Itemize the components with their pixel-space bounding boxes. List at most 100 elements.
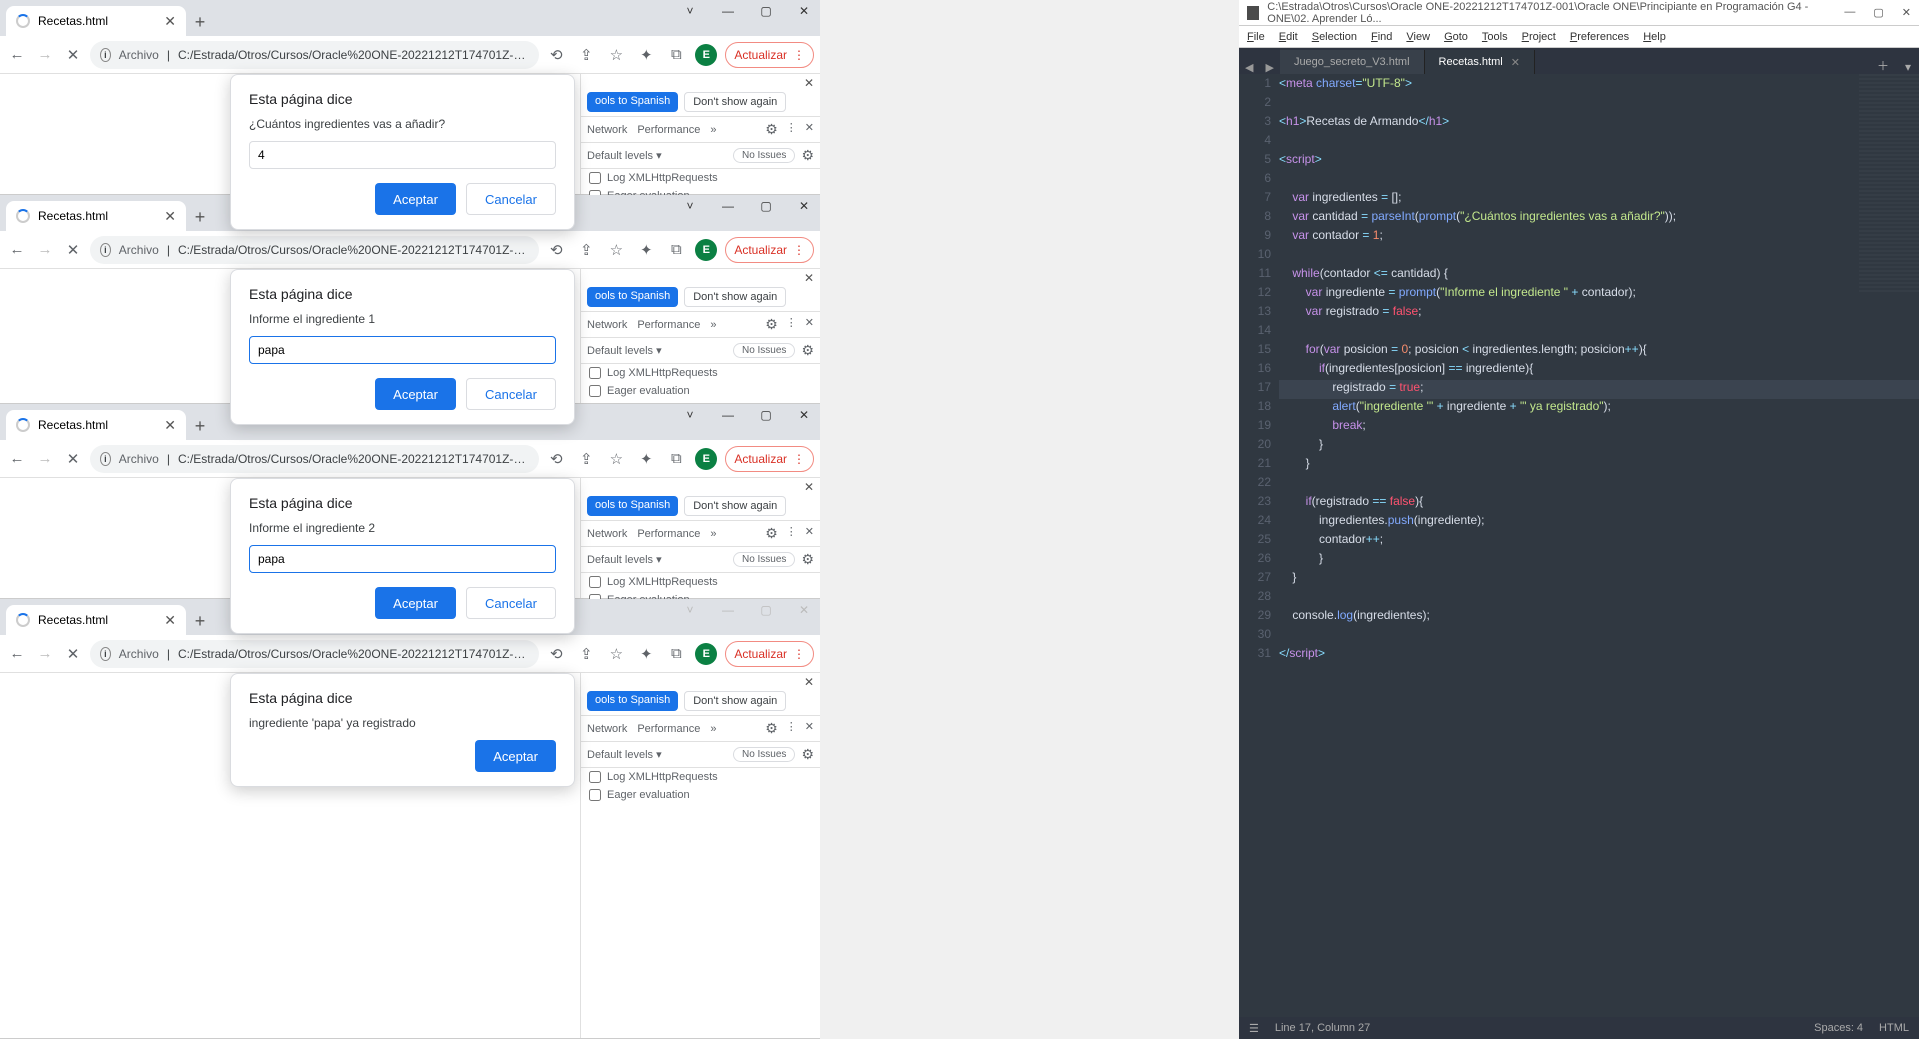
- devtools-tab-network[interactable]: Network: [587, 124, 627, 136]
- forward-icon[interactable]: →: [34, 645, 56, 662]
- stop-icon[interactable]: ✕: [62, 46, 84, 64]
- maximize-icon[interactable]: ▢: [754, 199, 778, 213]
- star-icon[interactable]: ☆: [605, 645, 627, 663]
- sublime-titlebar[interactable]: C:\Estrada\Otros\Cursos\Oracle ONE-20221…: [1239, 0, 1919, 26]
- close-banner-icon[interactable]: ✕: [804, 76, 814, 90]
- tabs-menu-icon[interactable]: ▾: [1897, 60, 1919, 74]
- gear-icon[interactable]: ⚙: [801, 746, 814, 763]
- cube-icon[interactable]: ⧉: [665, 645, 687, 662]
- stop-icon[interactable]: ✕: [62, 645, 84, 663]
- menu-item[interactable]: Selection: [1312, 31, 1357, 43]
- stop-icon[interactable]: ✕: [62, 450, 84, 468]
- minimize-icon[interactable]: —: [1844, 6, 1855, 19]
- menu-item[interactable]: Tools: [1482, 31, 1508, 43]
- issues-badge[interactable]: No Issues: [733, 552, 795, 567]
- dismiss-pill[interactable]: Don't show again: [684, 287, 786, 307]
- maximize-icon[interactable]: ▢: [1873, 6, 1883, 19]
- cube-icon[interactable]: ⧉: [665, 241, 687, 258]
- gear-icon[interactable]: ⚙: [801, 342, 814, 359]
- translate-pill[interactable]: ools to Spanish: [587, 287, 678, 307]
- chevron-down-icon[interactable]: ˅: [678, 4, 702, 18]
- cancel-button[interactable]: Cancelar: [466, 587, 556, 619]
- more-tabs-icon[interactable]: »: [710, 723, 716, 735]
- translate-icon[interactable]: ⟲: [545, 645, 567, 663]
- close-devtools-icon[interactable]: ✕: [805, 316, 814, 333]
- close-banner-icon[interactable]: ✕: [804, 675, 814, 689]
- close-tab-icon[interactable]: ✕: [164, 612, 176, 629]
- checkbox-row[interactable]: Eager evaluation: [581, 382, 820, 400]
- kebab-icon[interactable]: ⋮: [786, 121, 797, 138]
- cube-icon[interactable]: ⧉: [665, 450, 687, 467]
- menu-item[interactable]: Help: [1643, 31, 1666, 43]
- translate-pill[interactable]: ools to Spanish: [587, 691, 678, 711]
- gear-icon[interactable]: ⚙: [765, 316, 778, 333]
- avatar[interactable]: E: [695, 239, 717, 261]
- dismiss-pill[interactable]: Don't show again: [684, 496, 786, 516]
- minimize-icon[interactable]: —: [716, 199, 740, 213]
- extensions-icon[interactable]: ✦: [635, 241, 657, 259]
- minimize-icon[interactable]: —: [716, 4, 740, 18]
- share-icon[interactable]: ⇪: [575, 450, 597, 468]
- editor-tab-active[interactable]: Recetas.html✕: [1425, 50, 1535, 74]
- status-spaces[interactable]: Spaces: 4: [1814, 1022, 1863, 1034]
- new-tab-button[interactable]: +: [186, 8, 214, 36]
- translate-icon[interactable]: ⟲: [545, 46, 567, 64]
- info-icon[interactable]: i: [100, 48, 111, 62]
- browser-tab[interactable]: Recetas.html ✕: [6, 6, 186, 36]
- dialog-input[interactable]: [249, 336, 556, 364]
- avatar[interactable]: E: [695, 643, 717, 665]
- star-icon[interactable]: ☆: [605, 46, 627, 64]
- new-tab-button[interactable]: +: [186, 203, 214, 231]
- checkbox[interactable]: [589, 771, 601, 783]
- close-tab-icon[interactable]: ✕: [1511, 56, 1520, 69]
- checkbox[interactable]: [589, 385, 601, 397]
- minimize-icon[interactable]: —: [716, 408, 740, 422]
- close-icon[interactable]: ✕: [792, 408, 816, 422]
- back-icon[interactable]: ←: [6, 450, 28, 467]
- checkbox-row[interactable]: Log XMLHttpRequests: [581, 364, 820, 382]
- kebab-icon[interactable]: ⋮: [786, 316, 797, 333]
- checkbox[interactable]: [589, 789, 601, 801]
- maximize-icon[interactable]: ▢: [754, 4, 778, 18]
- reload-pill[interactable]: Actualizar ⋮: [725, 42, 814, 68]
- reload-pill[interactable]: Actualizar ⋮: [725, 237, 814, 263]
- avatar[interactable]: E: [695, 448, 717, 470]
- close-devtools-icon[interactable]: ✕: [805, 525, 814, 542]
- more-tabs-icon[interactable]: »: [710, 319, 716, 331]
- cube-icon[interactable]: ⧉: [665, 46, 687, 63]
- back-icon[interactable]: ←: [6, 241, 28, 258]
- close-banner-icon[interactable]: ✕: [804, 271, 814, 285]
- maximize-icon[interactable]: ▢: [754, 408, 778, 422]
- more-icon[interactable]: ⋮: [793, 243, 805, 257]
- share-icon[interactable]: ⇪: [575, 241, 597, 259]
- issues-badge[interactable]: No Issues: [733, 343, 795, 358]
- close-tab-icon[interactable]: ✕: [164, 13, 176, 30]
- menu-item[interactable]: File: [1247, 31, 1265, 43]
- more-icon[interactable]: ⋮: [793, 452, 805, 466]
- forward-icon[interactable]: →: [34, 241, 56, 258]
- checkbox[interactable]: [589, 367, 601, 379]
- dismiss-pill[interactable]: Don't show again: [684, 92, 786, 112]
- devtools-tab-network[interactable]: Network: [587, 723, 627, 735]
- checkbox-row[interactable]: Eager evaluation: [581, 786, 820, 804]
- cancel-button[interactable]: Cancelar: [466, 183, 556, 215]
- more-tabs-icon[interactable]: »: [710, 528, 716, 540]
- menu-item[interactable]: Project: [1522, 31, 1556, 43]
- checkbox[interactable]: [589, 172, 601, 184]
- kebab-icon[interactable]: ⋮: [786, 525, 797, 542]
- gear-icon[interactable]: ⚙: [765, 525, 778, 542]
- extensions-icon[interactable]: ✦: [635, 645, 657, 663]
- editor-area[interactable]: 1234567891011121314151617181920212223242…: [1239, 74, 1919, 1013]
- reload-pill[interactable]: Actualizar ⋮: [725, 641, 814, 667]
- nav-left-icon[interactable]: ◀: [1239, 61, 1259, 74]
- forward-icon[interactable]: →: [34, 46, 56, 63]
- reload-pill[interactable]: Actualizar ⋮: [725, 446, 814, 472]
- devtools-tab-network[interactable]: Network: [587, 319, 627, 331]
- info-icon[interactable]: i: [100, 647, 111, 661]
- dialog-input[interactable]: [249, 545, 556, 573]
- checkbox-row[interactable]: Log XMLHttpRequests: [581, 768, 820, 786]
- close-tab-icon[interactable]: ✕: [164, 208, 176, 225]
- close-banner-icon[interactable]: ✕: [804, 480, 814, 494]
- share-icon[interactable]: ⇪: [575, 645, 597, 663]
- gear-icon[interactable]: ⚙: [765, 121, 778, 138]
